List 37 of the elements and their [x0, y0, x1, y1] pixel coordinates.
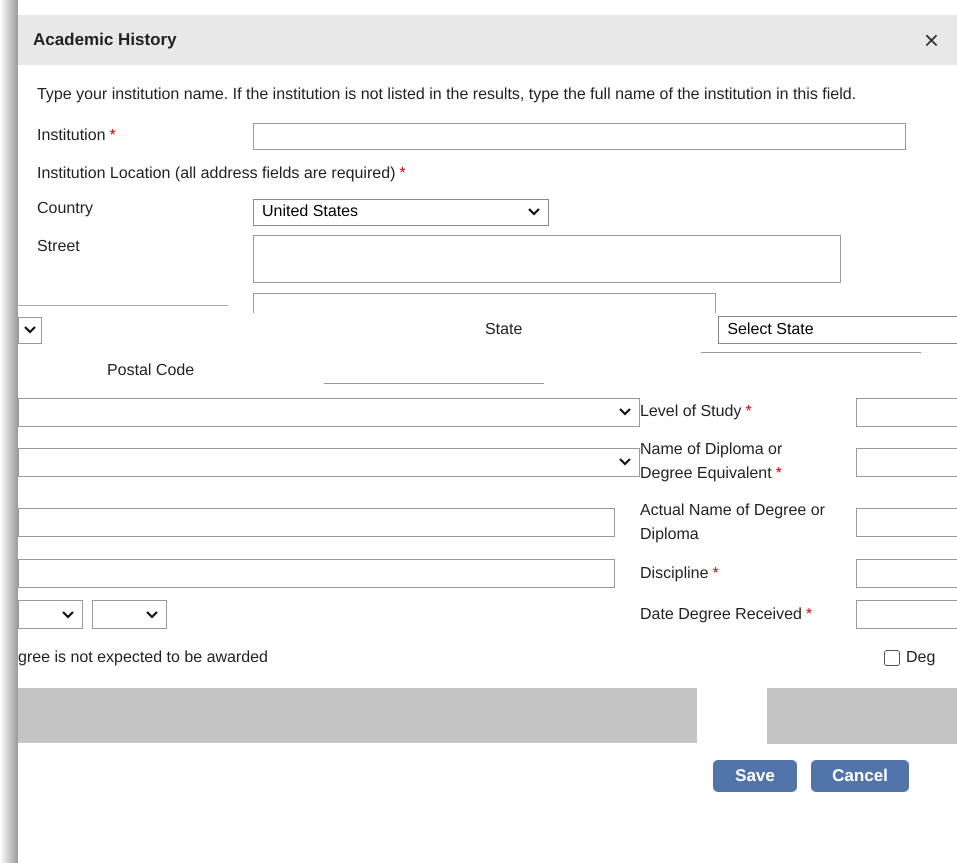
field-label: Institution *	[37, 127, 116, 144]
chevron-down-icon	[24, 326, 36, 334]
field-label: Name of Diploma or Degree Equivalent *	[640, 440, 784, 484]
input-field[interactable]	[253, 122, 906, 150]
field-label: Postal Code	[107, 361, 194, 381]
field-label: Level of Study *	[640, 402, 753, 422]
field-label: Institution Location (all address fields are required) *	[37, 164, 406, 184]
text-area[interactable]	[253, 235, 841, 283]
field-label: Country	[37, 200, 94, 217]
select-field[interactable]	[92, 600, 167, 629]
save-button[interactable]: Save	[713, 760, 797, 792]
select-field[interactable]	[18, 600, 83, 629]
field-label: Actual Name of Degree or Diploma	[640, 500, 826, 544]
note-text: gree is not expected to be awarded	[18, 648, 269, 668]
select-field[interactable]: United States	[253, 198, 549, 226]
select-field[interactable]	[18, 316, 42, 344]
select-field[interactable]	[18, 448, 640, 476]
dialog-title: Academic History	[33, 29, 177, 52]
chevron-down-icon	[62, 610, 74, 618]
select-field[interactable]	[18, 398, 640, 426]
cancel-button[interactable]: Cancel	[811, 760, 909, 792]
field-label: Discipline *	[640, 564, 720, 584]
input-field[interactable]	[18, 559, 615, 588]
field-label: State	[485, 320, 522, 340]
input-field[interactable]	[253, 293, 716, 313]
checkbox[interactable]	[884, 650, 900, 666]
input-field[interactable]	[18, 508, 615, 537]
chevron-down-icon	[528, 208, 540, 216]
field-label: Date Degree Received *	[640, 604, 814, 624]
select-field[interactable]: Select State	[718, 316, 957, 344]
chevron-down-icon	[146, 610, 158, 618]
field-label: Street	[37, 238, 80, 255]
close-button[interactable]: ×	[924, 27, 939, 53]
instructions: Type your institution name. If the institution is not listed in the results, type the full name of the institution in this field.	[37, 85, 858, 105]
chevron-down-icon	[619, 408, 631, 416]
checkbox-label: Deg	[906, 648, 936, 668]
chevron-down-icon	[619, 458, 631, 466]
